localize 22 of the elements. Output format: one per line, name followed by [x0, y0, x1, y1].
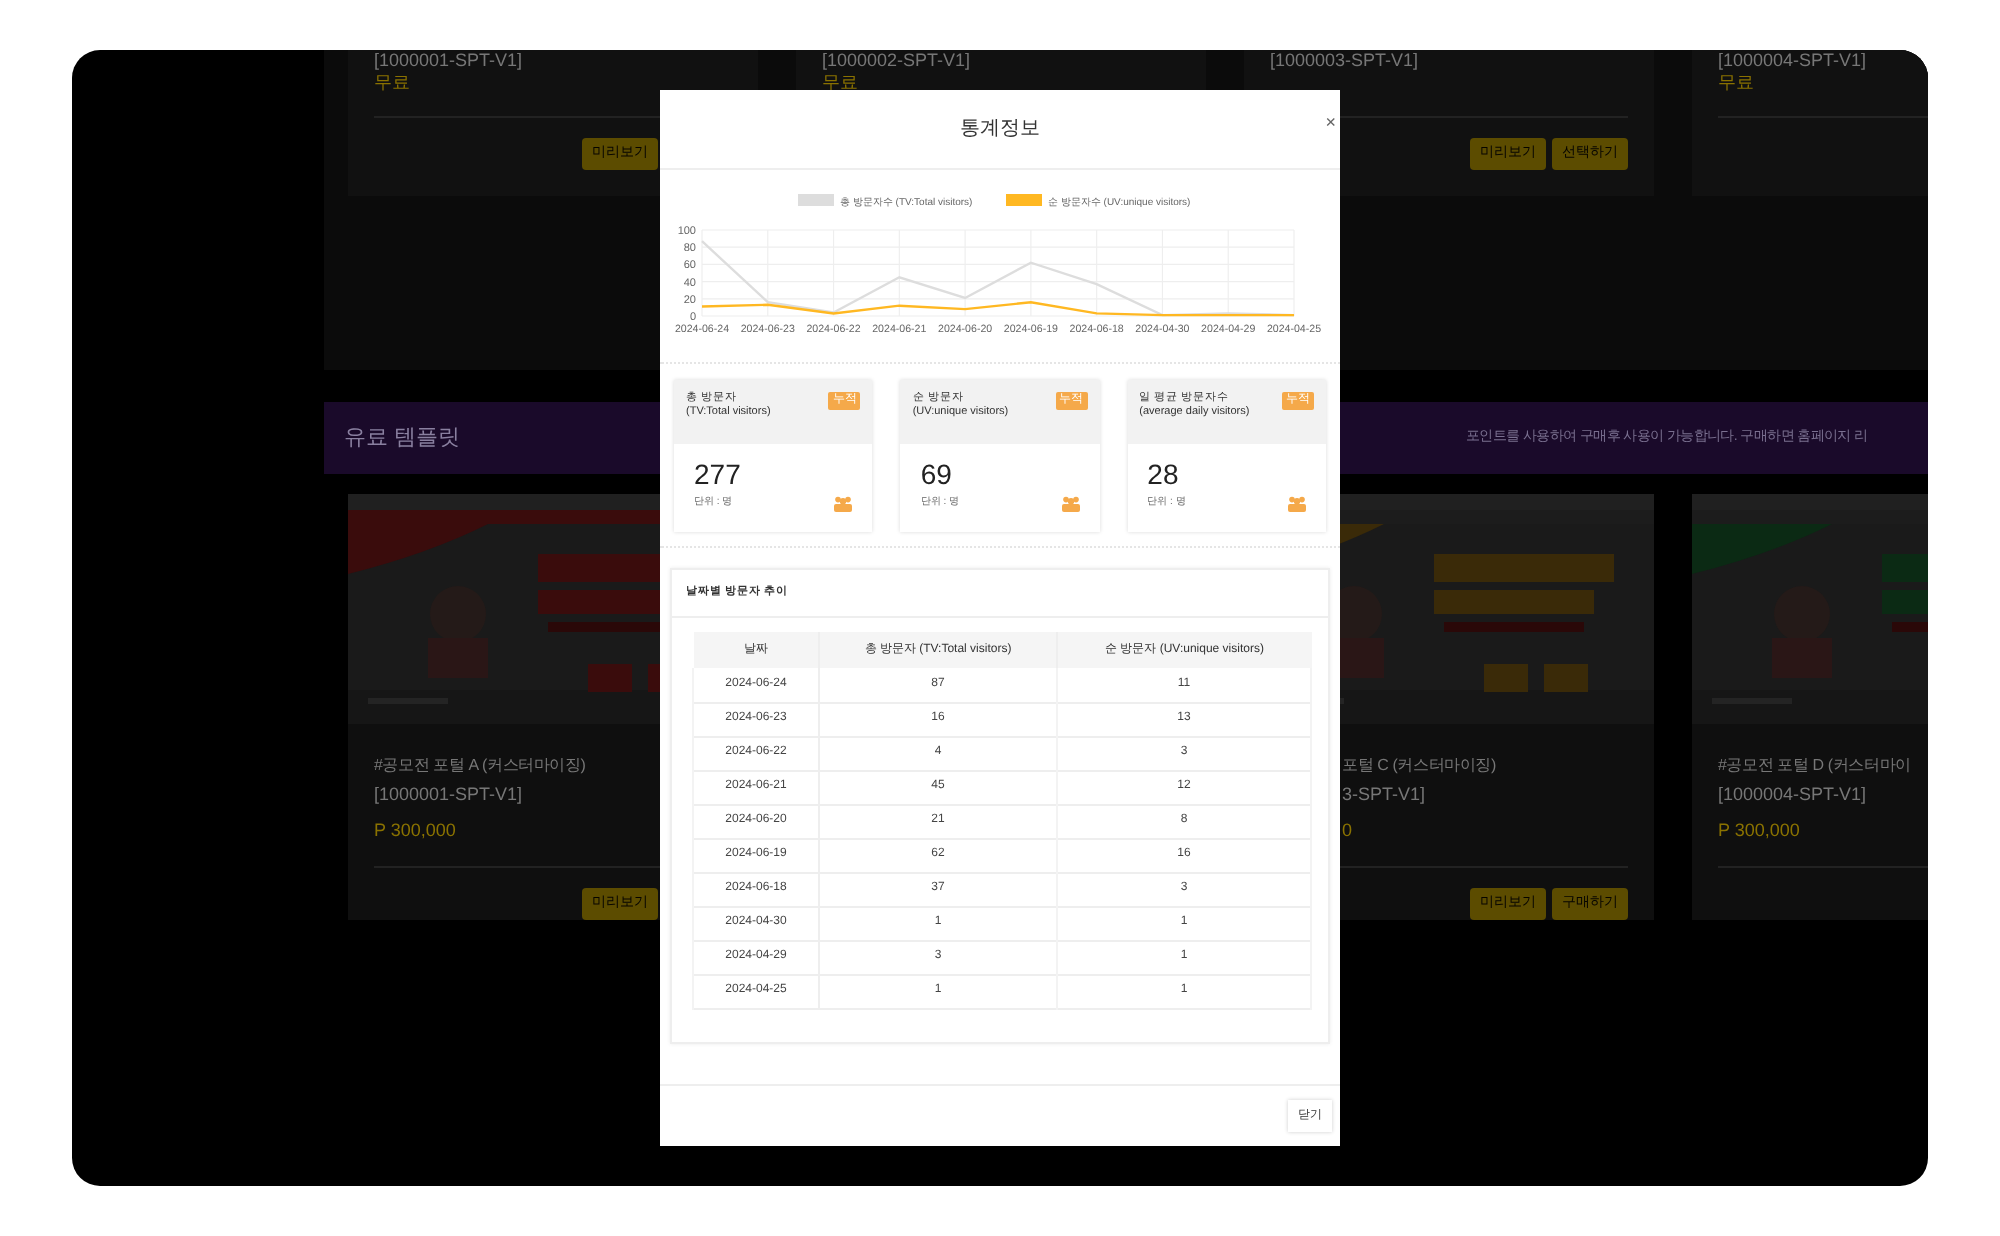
- template-code: [1000003-SPT-V1]: [1270, 50, 1421, 70]
- template-code: [1000002-SPT-V1]: [822, 50, 973, 70]
- people-icon: [834, 496, 853, 512]
- template-title: 포털 C (커스터마이징): [1342, 754, 1498, 778]
- price-label: 0: [1342, 818, 1355, 844]
- price-label: 무료: [822, 72, 860, 92]
- template-code: 3-SPT-V1]: [1342, 782, 1428, 808]
- stat-value: 277: [694, 458, 743, 490]
- template-code: [1000001-SPT-V1]: [374, 50, 525, 70]
- price-label: 무료: [374, 72, 412, 92]
- dialog-title: 통계정보: [960, 116, 1040, 144]
- close-button[interactable]: ×: [1325, 114, 1336, 132]
- template-title: #공모전 포털 D (커스터마이: [1718, 754, 1913, 778]
- people-icon: [1061, 496, 1080, 512]
- price-label: 무료: [1718, 72, 1756, 92]
- people-icon: [1287, 496, 1306, 512]
- stat-value: 28: [1147, 458, 1181, 490]
- template-code: [1000004-SPT-V1]: [1718, 50, 1869, 70]
- banner-title: 유료 템플릿: [344, 423, 463, 454]
- template-code: [1000004-SPT-V1]: [1718, 782, 1869, 808]
- stat-value: 69: [920, 458, 954, 490]
- price-label: P 300,000: [1718, 818, 1802, 844]
